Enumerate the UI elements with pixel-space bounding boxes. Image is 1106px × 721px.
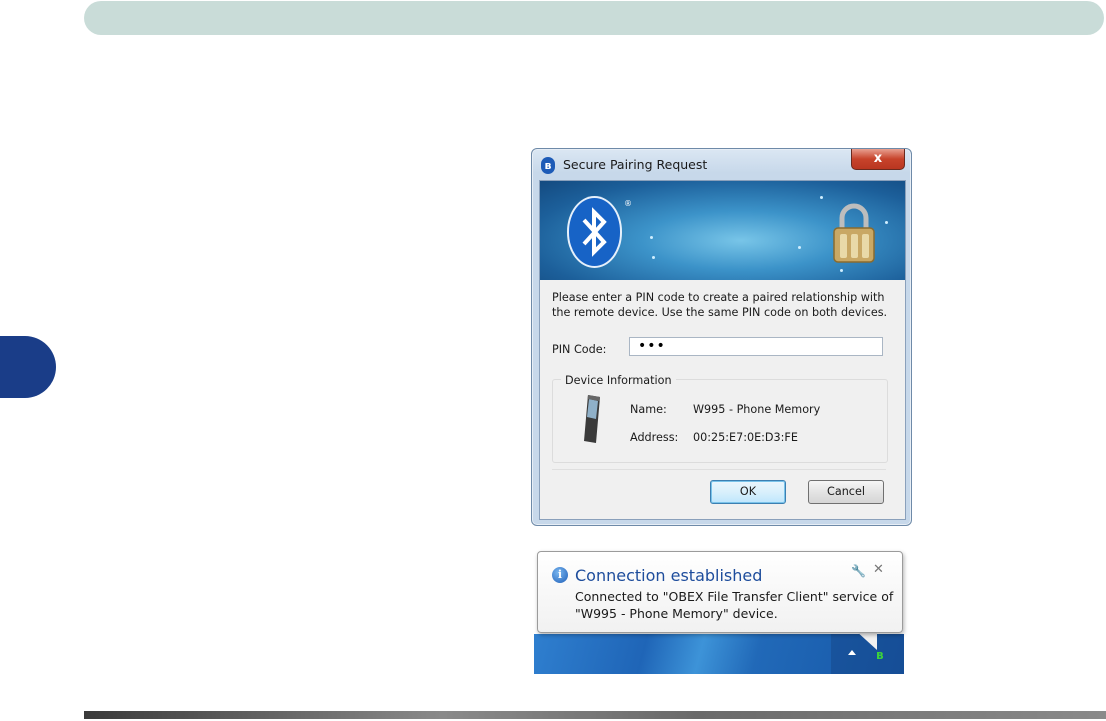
registered-mark: ® xyxy=(624,199,632,208)
pin-code-label: PIN Code: xyxy=(552,343,607,356)
ok-button[interactable]: OK xyxy=(710,480,786,504)
close-button[interactable]: x xyxy=(851,149,905,170)
page-footer-rule xyxy=(84,711,1106,719)
device-name-value: W995 - Phone Memory xyxy=(693,403,821,416)
padlock-icon xyxy=(833,203,875,263)
balloon-pointer xyxy=(855,630,877,650)
cancel-button[interactable]: Cancel xyxy=(808,480,884,504)
bluetooth-tray-icon[interactable]: ʙ xyxy=(876,648,884,662)
bluetooth-icon: ʙ xyxy=(541,157,555,174)
secure-pairing-dialog: ʙ Secure Pairing Request x ® Please ente… xyxy=(531,148,912,526)
pin-instructions: Please enter a PIN code to create a pair… xyxy=(552,291,888,319)
device-information-group xyxy=(552,379,888,463)
dialog-title: Secure Pairing Request xyxy=(563,157,708,172)
bluetooth-logo-icon xyxy=(569,198,620,266)
notification-balloon[interactable]: i Connection established 🔧 ✕ Connected t… xyxy=(537,551,903,633)
options-icon[interactable]: 🔧 xyxy=(851,564,866,578)
device-address-label: Address: xyxy=(630,431,679,444)
bluetooth-banner: ® xyxy=(540,181,905,280)
chapter-tab xyxy=(0,336,56,398)
info-icon: i xyxy=(552,567,568,583)
dialog-body: ® Please enter a PIN code to create a pa… xyxy=(539,180,906,520)
device-information-title: Device Information xyxy=(561,374,676,387)
page-header-bar xyxy=(84,1,1104,35)
phone-icon xyxy=(584,395,600,443)
device-address-value: 00:25:E7:0E:D3:FE xyxy=(693,431,798,444)
close-icon[interactable]: ✕ xyxy=(873,562,884,577)
pin-code-input[interactable]: ••• xyxy=(629,337,883,356)
show-hidden-icons-icon[interactable] xyxy=(848,650,856,655)
device-name-label: Name: xyxy=(630,403,667,416)
notification-title: Connection established xyxy=(575,566,763,585)
notification-message: Connected to "OBEX File Transfer Client"… xyxy=(575,589,894,621)
dialog-titlebar[interactable]: ʙ Secure Pairing Request x xyxy=(532,149,911,181)
divider xyxy=(552,469,886,470)
